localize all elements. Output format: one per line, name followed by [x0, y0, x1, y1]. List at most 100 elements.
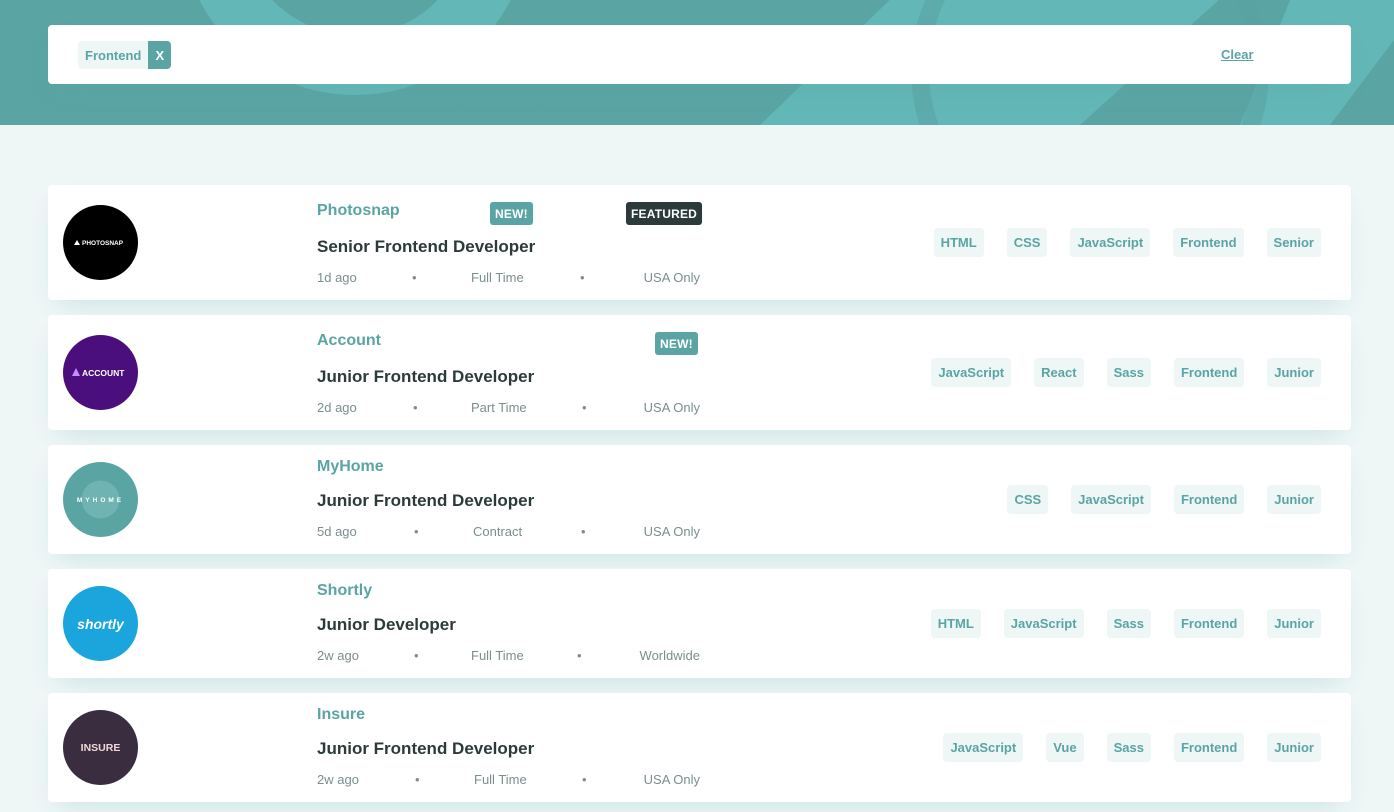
myhome-logo-icon: MYHOME [77, 480, 124, 519]
tag[interactable]: JavaScript [943, 733, 1024, 762]
photosnap-logo-icon: PHOTOSNAP [74, 240, 124, 247]
filter-bar: Frontend X Clear [48, 25, 1351, 84]
posted-at: 5d ago [317, 524, 357, 539]
job-location: USA Only [643, 772, 700, 787]
posted-at: 2d ago [317, 400, 357, 415]
tag[interactable]: JavaScript [1071, 485, 1151, 514]
tag[interactable]: Junior [1267, 358, 1321, 387]
contract-type: Part Time [471, 400, 527, 415]
job-listing-photosnap: PHOTOSNAP Photosnap NEW! FEATURED Senior… [48, 185, 1351, 300]
meta-separator: • [582, 772, 587, 787]
company-name: MyHome [317, 458, 384, 475]
job-tags: HTML JavaScript Sass Frontend Junior [930, 609, 1321, 638]
tag[interactable]: Frontend [1173, 228, 1244, 257]
contract-type: Full Time [474, 772, 527, 787]
job-listing-insure: INSURE Insure Junior Frontend Developer … [48, 693, 1351, 802]
tag[interactable]: Sass [1106, 733, 1151, 762]
company-logo: shortly [63, 586, 138, 661]
posted-at: 1d ago [317, 270, 357, 285]
tag[interactable]: Sass [1106, 358, 1151, 387]
svg-text:ACCOUNT: ACCOUNT [82, 368, 125, 378]
tag[interactable]: JavaScript [1003, 609, 1084, 638]
insure-logo-icon: INSURE [81, 742, 121, 754]
filter-chip: Frontend X [78, 41, 172, 69]
company-logo: INSURE [63, 710, 138, 785]
job-info: Shortly Junior Developer 2w ago • Full T… [317, 582, 700, 667]
job-header-row: Photosnap NEW! FEATURED [317, 202, 703, 226]
job-position[interactable]: Senior Frontend Developer [317, 237, 535, 257]
tag[interactable]: Frontend [1173, 485, 1245, 514]
posted-at: 2w ago [317, 772, 359, 787]
tag[interactable]: Senior [1266, 228, 1321, 257]
job-listing-account: ACCOUNT Account NEW! Junior Frontend Dev… [48, 315, 1351, 430]
shortly-logo-icon: shortly [77, 616, 125, 632]
job-meta: 2w ago • Full Time • Worldwide [317, 648, 700, 664]
tag[interactable]: CSS [1006, 228, 1048, 257]
tag[interactable]: CSS [1007, 485, 1049, 514]
company-name: Shortly [317, 582, 373, 599]
tag[interactable]: Frontend [1173, 358, 1245, 387]
company-logo: MYHOME [63, 462, 138, 537]
job-tags: JavaScript Vue Sass Frontend Junior [943, 733, 1321, 762]
job-listing-myhome: MYHOME MyHome Junior Frontend Developer … [48, 445, 1351, 554]
job-position[interactable]: Junior Frontend Developer [317, 739, 534, 759]
tag[interactable]: JavaScript [1070, 228, 1151, 257]
company-logo: ACCOUNT [63, 335, 138, 410]
job-meta: 1d ago • Full Time • USA Only [317, 270, 700, 286]
tag[interactable]: HTML [933, 228, 984, 257]
job-info: MyHome Junior Frontend Developer 5d ago … [317, 458, 700, 543]
svg-text:MYHOME: MYHOME [77, 497, 124, 504]
company-name: Insure [317, 706, 366, 723]
job-header-row: MyHome [317, 458, 700, 482]
job-tags: JavaScript React Sass Frontend Junior [931, 358, 1321, 387]
company-logo: PHOTOSNAP [63, 205, 138, 280]
company-name: Photosnap [317, 202, 400, 219]
tag[interactable]: Frontend [1173, 733, 1245, 762]
tag[interactable]: React [1034, 358, 1084, 387]
meta-separator: • [580, 270, 585, 285]
posted-at: 2w ago [317, 648, 359, 663]
job-position[interactable]: Junior Developer [317, 615, 456, 635]
company-name: Account [317, 332, 381, 349]
meta-separator: • [413, 400, 418, 415]
job-info: Insure Junior Frontend Developer 2w ago … [317, 706, 700, 791]
job-listing-shortly: shortly Shortly Junior Developer 2w ago … [48, 569, 1351, 678]
meta-separator: • [415, 772, 420, 787]
job-info: Account NEW! Junior Frontend Developer 2… [317, 332, 700, 417]
account-logo-icon: ACCOUNT [72, 368, 125, 378]
job-location: USA Only [643, 524, 700, 539]
svg-text:PHOTOSNAP: PHOTOSNAP [82, 240, 124, 247]
meta-separator: • [577, 648, 582, 663]
job-position[interactable]: Junior Frontend Developer [317, 367, 534, 387]
svg-text:shortly: shortly [77, 616, 125, 632]
job-header-row: Shortly [317, 582, 700, 606]
tag[interactable]: Junior [1267, 485, 1321, 514]
remove-filter-button[interactable]: X [148, 41, 172, 69]
job-position[interactable]: Junior Frontend Developer [317, 491, 534, 511]
tag[interactable]: Sass [1106, 609, 1151, 638]
job-location: Worldwide [639, 648, 700, 663]
featured-badge: FEATURED [626, 202, 703, 225]
clear-filters-link[interactable]: Clear [1221, 47, 1254, 62]
tag[interactable]: Frontend [1173, 609, 1245, 638]
contract-type: Contract [473, 524, 523, 539]
svg-text:INSURE: INSURE [81, 742, 121, 754]
job-tags: HTML CSS JavaScript Frontend Senior [933, 228, 1321, 257]
job-meta: 2d ago • Part Time • USA Only [317, 400, 700, 416]
meta-separator: • [581, 524, 586, 539]
tag[interactable]: Vue [1046, 733, 1084, 762]
new-badge: NEW! [490, 202, 533, 225]
job-location: USA Only [643, 270, 700, 285]
job-location: USA Only [643, 400, 700, 415]
meta-separator: • [582, 400, 587, 415]
tag[interactable]: Junior [1267, 733, 1321, 762]
job-header-row: Insure [317, 706, 700, 730]
tag[interactable]: HTML [930, 609, 981, 638]
new-badge: NEW! [655, 332, 698, 355]
tag[interactable]: Junior [1267, 609, 1321, 638]
tag[interactable]: JavaScript [931, 358, 1012, 387]
job-tags: CSS JavaScript Frontend Junior [1007, 485, 1321, 514]
meta-separator: • [412, 270, 417, 285]
filter-chip-label: Frontend [78, 41, 149, 69]
meta-separator: • [414, 524, 419, 539]
